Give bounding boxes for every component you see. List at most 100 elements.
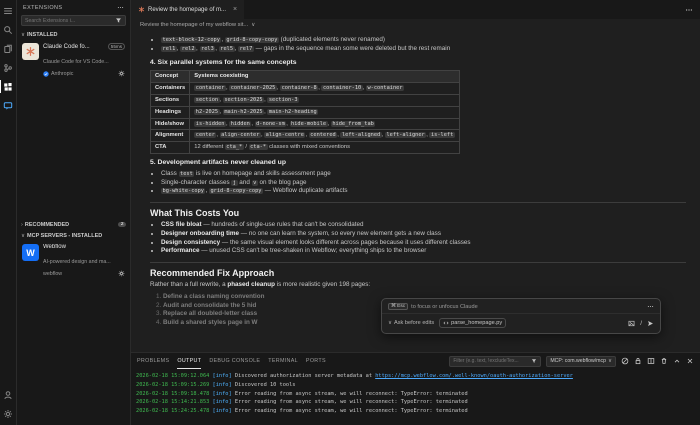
extensions-icon[interactable] — [3, 81, 14, 92]
search-icon[interactable] — [3, 24, 14, 35]
inline-code: container-2025 — [229, 85, 277, 91]
table-header-cell: Systems coexisting — [190, 71, 460, 83]
text: — unused CSS can't be tree-shaken in Web… — [200, 247, 427, 254]
trash-icon[interactable] — [660, 357, 668, 365]
doc-list-item: rel1, rel2, rel3, rel5, rel7 — gaps in t… — [161, 45, 686, 54]
section-recommended-label: RECOMMENDED — [25, 222, 69, 228]
doc-h2: What This Costs You — [150, 209, 686, 218]
claude-file-icon — [138, 6, 145, 13]
inline-code: main-h2-2025 — [223, 109, 264, 115]
bold-text: Audit and consolidate the 5 hid — [163, 302, 256, 309]
output-channel-dropdown[interactable]: MCP: com.webflow/mcp ∨ — [546, 356, 616, 367]
inline-code: section-2025 — [223, 97, 264, 103]
chevron-down-icon: ∨ — [608, 358, 612, 364]
section-recommended[interactable]: › RECOMMENDED 2 — [17, 219, 130, 230]
more-actions-icon[interactable] — [685, 6, 693, 14]
inline-code: container-8 — [280, 85, 318, 91]
more-actions-icon[interactable] — [647, 303, 654, 310]
bottom-panel: PROBLEMS OUTPUT DEBUG CONSOLE TERMINAL PORTS… — [131, 352, 700, 425]
panel-tab-output[interactable]: OUTPUT — [177, 353, 201, 369]
mcp-server-item-webflow[interactable]: W Webflow AI-powered design and ma... we… — [17, 241, 130, 281]
doc-h2: Recommended Fix Approach — [150, 269, 686, 278]
filter-icon[interactable] — [531, 358, 537, 364]
doc-hr — [150, 202, 686, 203]
filter-icon[interactable] — [115, 17, 122, 24]
panel-tab-terminal[interactable]: TERMINAL — [268, 353, 298, 369]
bold-text: Designer onboarding time — [161, 230, 239, 237]
more-actions-icon[interactable] — [117, 4, 124, 11]
text: Rather than a full rewrite, a — [150, 281, 227, 288]
clear-output-icon[interactable] — [621, 357, 629, 365]
inline-code: is-hidden — [194, 121, 226, 127]
bold-text: Build a shared styles page in W — [163, 319, 257, 326]
chevron-down-icon: ∨ — [21, 233, 25, 239]
tab-review-homepage[interactable]: Review the homepage of m... × — [131, 0, 244, 19]
extension-description: Claude Code for VS Code... — [43, 59, 109, 65]
text: is more realistic given 198 pages: — [275, 281, 370, 288]
files-icon[interactable] — [3, 43, 14, 54]
inline-code: test — [179, 171, 195, 177]
extension-gear-icon[interactable] — [118, 70, 125, 77]
section-installed-label: INSTALLED — [27, 32, 57, 38]
section-installed[interactable]: ∨ INSTALLED — [17, 29, 130, 40]
text: — hundreds of single-use rules that can'… — [202, 221, 364, 228]
tab-bar: Review the homepage of m... × — [131, 0, 700, 19]
close-panel-icon[interactable] — [686, 357, 694, 365]
panel-header: PROBLEMS OUTPUT DEBUG CONSOLE TERMINAL PORTS… — [131, 353, 700, 369]
menu-icon[interactable] — [3, 5, 14, 16]
inline-code: align-centre — [264, 132, 305, 138]
bold-text: Performance — [161, 247, 200, 254]
panel-tab-debug-console[interactable]: DEBUG CONSOLE — [209, 353, 260, 369]
extensions-search-input[interactable] — [25, 18, 113, 24]
doc-list-item: Design consistency — the same visual ele… — [161, 239, 686, 248]
chevron-down-icon: ∨ — [21, 32, 25, 38]
inline-code: d-none-sm — [255, 121, 287, 127]
panel-tab-problems[interactable]: PROBLEMS — [137, 353, 169, 369]
extension-item-claude-code[interactable]: Claude Code fo... 55ms Claude Code for V… — [17, 40, 130, 81]
context-file-chip[interactable]: parse_homepage.py — [439, 318, 506, 328]
bold-text: Replace all doubled-letter class — [163, 310, 257, 317]
text: / — [244, 144, 249, 150]
log-line: 2026-02-18 15:09:18.478 [info] Error rea… — [136, 390, 695, 399]
section-mcp-servers[interactable]: ∨ MCP SERVERS - INSTALLED — [17, 230, 130, 241]
chevron-down-icon: ∨ — [388, 320, 392, 326]
table-row: Sectionssection, section-2025, section-3 — [151, 94, 460, 106]
slash-command-icon[interactable]: / — [640, 320, 642, 327]
text: — the same visual element looks differen… — [220, 239, 470, 246]
tab-close-icon[interactable]: × — [233, 6, 237, 13]
recommended-count-badge: 2 — [118, 222, 126, 227]
mcp-server-gear-icon[interactable] — [118, 270, 125, 277]
panel-tab-ports[interactable]: PORTS — [306, 353, 326, 369]
settings-gear-icon[interactable] — [3, 408, 14, 419]
table-row: Containerscontainer, container-2025, con… — [151, 83, 460, 95]
chat-title-row[interactable]: Review the homepage of my webflow sit...… — [131, 19, 700, 31]
edit-mode-dropdown[interactable]: ∨ Ask before edits — [388, 320, 434, 326]
output-filter-input[interactable] — [453, 358, 529, 364]
claude-hint-text: to focus or unfocus Claude — [411, 304, 478, 310]
inline-code: container — [194, 85, 226, 91]
output-log: 2026-02-18 15:09:12.064 [info] Discovere… — [131, 369, 700, 419]
attach-image-icon[interactable] — [628, 320, 635, 327]
sidebar-header: EXTENSIONS — [17, 0, 130, 14]
send-icon[interactable] — [647, 320, 654, 327]
chat-icon[interactable] — [3, 100, 14, 111]
lock-scroll-icon[interactable] — [634, 357, 642, 365]
split-panel-icon[interactable] — [647, 357, 655, 365]
log-line: 2026-02-18 15:09:15.269 [info] Discovere… — [136, 381, 695, 390]
panel-tabs: PROBLEMS OUTPUT DEBUG CONSOLE TERMINAL PORTS — [137, 353, 326, 369]
text: — no one can learn the system, so every … — [239, 230, 441, 237]
source-control-icon[interactable] — [3, 62, 14, 73]
inline-code: container-10 — [321, 85, 362, 91]
text: Single-character classes — [161, 179, 231, 186]
doc-hr — [150, 262, 686, 263]
account-icon[interactable] — [3, 389, 14, 400]
table-row: Alignmentcenter, align-center, align-cen… — [151, 130, 460, 142]
output-filter-box — [449, 356, 541, 367]
bold-text: Define a class naming convention — [163, 293, 264, 300]
log-link[interactable]: https://mcp.webflow.com/.well-known/oaut… — [375, 373, 573, 379]
webflow-icon: W — [22, 244, 39, 261]
inline-code: hide_from_tab — [331, 121, 375, 127]
maximize-panel-icon[interactable] — [673, 357, 681, 365]
log-line: 2026-02-18 15:09:12.064 [info] Discovere… — [136, 372, 695, 381]
doc-ul: text-block-12-copy, grid-8-copy-copy (du… — [150, 36, 686, 54]
